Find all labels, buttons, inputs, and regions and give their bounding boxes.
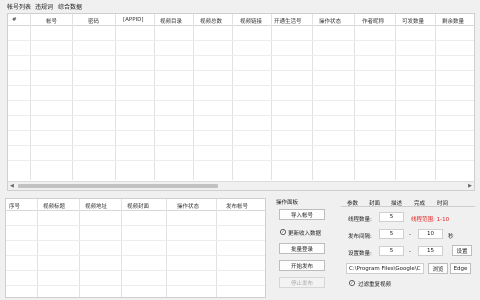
start-publish-button[interactable]: 开始发布 <box>279 260 325 271</box>
count-min-input[interactable]: 5 <box>379 246 404 256</box>
col-author-nick: 作者昵称 <box>362 19 385 25</box>
set-count-button[interactable]: 设置 <box>452 245 472 256</box>
menu-item-banned-words[interactable]: 违规词 <box>35 2 53 11</box>
col-available: 可发数量 <box>402 19 425 25</box>
col-divider <box>395 14 396 180</box>
tab-complete[interactable]: 完成 <box>414 199 425 207</box>
col-op-status: 操作状态 <box>319 19 342 25</box>
col-divider <box>216 199 217 297</box>
scroll-right-icon[interactable]: ▶ <box>468 183 472 189</box>
col-seq: 序号 <box>9 204 21 210</box>
col-life-account: 开通生活号 <box>274 19 302 25</box>
row-divider <box>6 270 265 271</box>
row-divider <box>6 255 265 256</box>
row-divider <box>6 240 265 241</box>
thread-range-hint: 线程范围: 1-10 <box>411 217 450 223</box>
row-divider <box>8 70 474 71</box>
scroll-left-icon[interactable]: ◀ <box>10 183 14 189</box>
row-divider <box>8 145 474 146</box>
dedupe-label: 过滤重复视频 <box>358 282 392 288</box>
row-divider <box>8 55 474 56</box>
row-divider <box>8 130 474 131</box>
count-dash: - <box>409 249 411 255</box>
col-remaining: 剩余数量 <box>442 19 465 25</box>
import-accounts-button[interactable]: 导入帐号 <box>279 209 325 220</box>
col-divider <box>435 14 436 180</box>
col-video-url: 视频地址 <box>85 204 108 210</box>
tab-cover[interactable]: 封面 <box>369 199 380 207</box>
row-divider <box>8 115 474 116</box>
col-video-status: 操作状态 <box>177 204 200 210</box>
col-divider <box>193 14 194 180</box>
interval-min-input[interactable]: 5 <box>379 229 404 239</box>
settings-tab-strip <box>341 197 475 207</box>
ops-panel: 操作面板 导入帐号 ✓ 更新收入数据 批量登录 开始发布 停止发布 <box>273 197 335 298</box>
col-account: 帐号 <box>46 19 58 25</box>
col-divider <box>154 14 155 180</box>
col-divider <box>354 14 355 180</box>
ops-panel-title: 操作面板 <box>276 200 299 206</box>
row-divider <box>8 85 474 86</box>
col-video-link: 视频链接 <box>240 19 263 25</box>
horizontal-scrollbar[interactable]: ◀ ▶ <box>8 181 474 190</box>
video-grid[interactable]: 序号 视频标题 视频地址 视频封面 操作状态 发布帐号 <box>5 198 266 298</box>
settings-panel: 参数 封面 描述 完成 时间 线程数量: 5 线程范围: 1-10 发布间隔: … <box>341 197 479 300</box>
col-divider <box>312 14 313 180</box>
interval-dash: - <box>409 232 411 238</box>
scrollbar-thumb[interactable] <box>18 184 218 188</box>
tab-params[interactable]: 参数 <box>347 199 358 207</box>
header-divider <box>6 210 265 211</box>
menu-bar: 帐号列表 违规词 综合数据 <box>0 0 480 11</box>
stop-publish-button[interactable]: 停止发布 <box>279 277 325 288</box>
interval-unit: 秒 <box>448 234 454 240</box>
browse-button[interactable]: 浏览 <box>428 263 448 274</box>
count-max-input[interactable]: 15 <box>418 246 443 256</box>
row-divider <box>6 285 265 286</box>
col-divider <box>72 14 73 180</box>
interval-max-input[interactable]: 10 <box>418 229 443 239</box>
row-divider <box>6 225 265 226</box>
col-video-cover: 视频封面 <box>127 204 150 210</box>
col-divider <box>79 199 80 297</box>
col-divider <box>115 14 116 180</box>
row-divider <box>8 100 474 101</box>
batch-login-button[interactable]: 批量登录 <box>279 243 325 254</box>
col-video-total: 视频总数 <box>200 19 223 25</box>
row-divider <box>8 40 474 41</box>
col-appid: [APPID] <box>123 17 144 23</box>
col-index: # <box>12 17 17 23</box>
col-divider <box>121 199 122 297</box>
tab-time[interactable]: 时间 <box>437 199 448 207</box>
col-divider <box>271 14 272 180</box>
col-divider <box>232 14 233 180</box>
publish-interval-label: 发布间隔: <box>348 234 372 240</box>
edge-button[interactable]: Edge <box>450 263 471 274</box>
set-count-label: 设置数量: <box>348 251 372 257</box>
col-publish-account: 发布帐号 <box>226 204 249 210</box>
thread-count-input[interactable]: 5 <box>379 212 404 222</box>
account-grid[interactable]: # 帐号 密码 [APPID] 视频目录 视频总数 视频链接 开通生活号 操作状… <box>7 13 475 191</box>
tab-description[interactable]: 描述 <box>391 199 402 207</box>
update-income-checkbox[interactable]: ✓ <box>280 229 286 235</box>
thread-count-label: 线程数量: <box>348 217 372 223</box>
menu-item-accounts[interactable]: 帐号列表 <box>7 2 31 11</box>
col-divider <box>37 199 38 297</box>
col-password: 密码 <box>88 19 100 25</box>
update-income-label: 更新收入数据 <box>288 231 322 237</box>
menu-item-summary[interactable]: 综合数据 <box>58 2 82 11</box>
dedupe-checkbox[interactable]: ✓ <box>349 280 355 286</box>
col-video-dir: 视频目录 <box>160 19 183 25</box>
row-divider <box>8 160 474 161</box>
header-divider <box>8 25 474 26</box>
browser-path-input[interactable]: C:\Program Files\Google\C <box>346 263 424 274</box>
col-divider <box>166 199 167 297</box>
col-divider <box>30 14 31 180</box>
col-video-title: 视频标题 <box>43 204 66 210</box>
